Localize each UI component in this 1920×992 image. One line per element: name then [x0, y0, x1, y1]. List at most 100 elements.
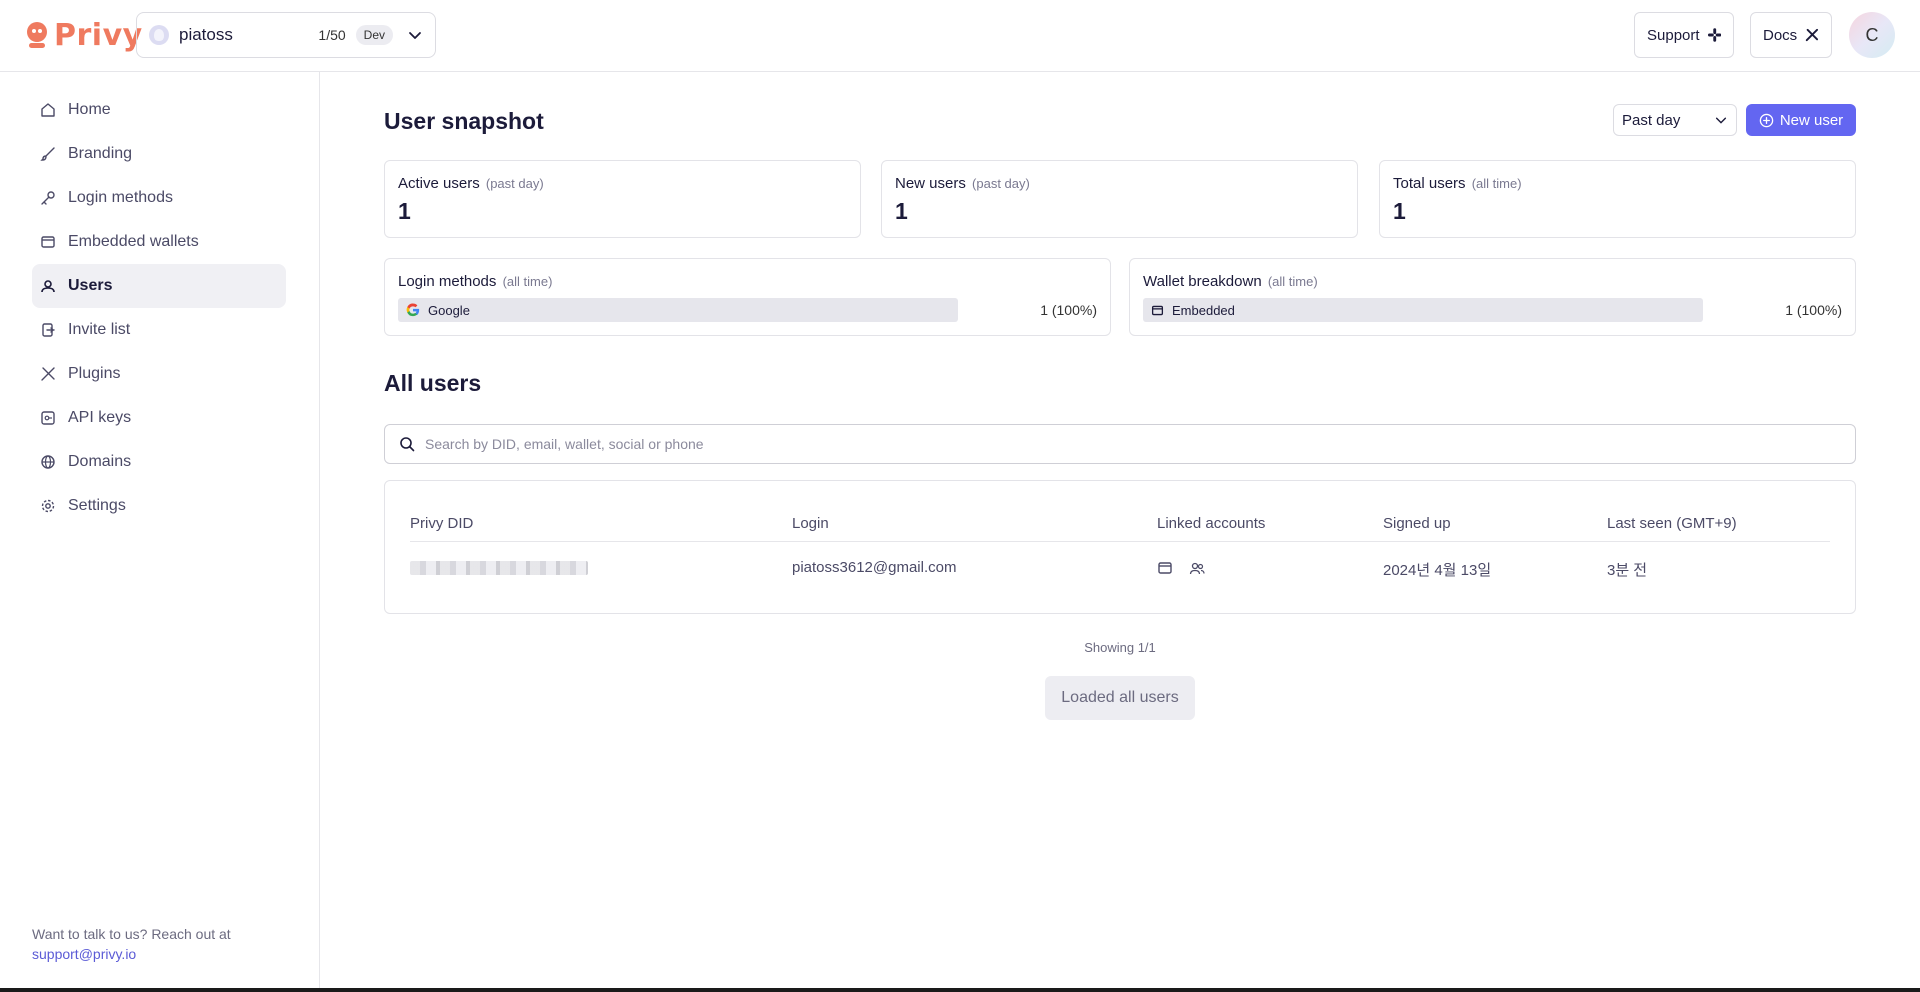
- active-users-card: Active users (past day) 1: [384, 160, 861, 238]
- sidebar-item-branding[interactable]: Branding: [32, 132, 286, 176]
- support-label: Support: [1647, 26, 1700, 44]
- stat-label-text: Active users: [398, 175, 480, 192]
- column-header-did[interactable]: Privy DID: [410, 515, 473, 532]
- stat-label-text: New users: [895, 175, 966, 192]
- support-button[interactable]: Support: [1634, 12, 1734, 58]
- stat-sub: (all time): [502, 274, 553, 289]
- users-icon: [41, 280, 55, 293]
- sidebar-nav: Home Branding Login methods Embedded wal…: [32, 88, 286, 528]
- all-users-title: All users: [384, 370, 482, 396]
- period-value: Past day: [1622, 111, 1681, 129]
- home-icon: [41, 103, 55, 117]
- user-search[interactable]: [384, 424, 1856, 464]
- period-select[interactable]: Past day: [1613, 104, 1737, 136]
- gear-icon: [41, 499, 55, 513]
- key-icon: [41, 191, 55, 205]
- stat-label-text: Login methods: [398, 273, 497, 290]
- google-icon: [406, 303, 420, 317]
- stat-label: Login methods (all time): [398, 273, 1097, 290]
- sidebar-item-home[interactable]: Home: [32, 88, 286, 132]
- globe-icon: [41, 455, 55, 469]
- sidebar-item-settings[interactable]: Settings: [32, 484, 286, 528]
- did-redacted[interactable]: [410, 561, 588, 575]
- api-key-icon: [41, 411, 55, 425]
- chevron-down-icon: [1715, 117, 1727, 124]
- sidebar-item-label: Settings: [68, 497, 126, 514]
- sidebar-item-label: Invite list: [68, 321, 131, 338]
- chevron-down-icon: [409, 32, 421, 39]
- stat-label: New users (past day): [895, 175, 1344, 192]
- search-input[interactable]: [425, 436, 1855, 452]
- column-header-login[interactable]: Login: [792, 515, 829, 532]
- sidebar-item-domains[interactable]: Domains: [32, 440, 286, 484]
- docs-button[interactable]: Docs: [1750, 12, 1832, 58]
- plus-circle-icon: [1759, 113, 1774, 127]
- breakdown-item: Embedded: [1172, 302, 1235, 318]
- privy-logo[interactable]: Privy: [26, 18, 143, 53]
- linked-accounts: [1157, 560, 1205, 576]
- header-divider: [410, 541, 1830, 542]
- total-users-card: Total users (all time) 1: [1379, 160, 1856, 238]
- wallet-breakdown-card: Wallet breakdown (all time) Embedded 1 (…: [1129, 258, 1856, 336]
- sidebar-item-invite-list[interactable]: Invite list: [32, 308, 286, 352]
- wallet-icon: [41, 236, 55, 248]
- login-methods-card: Login methods (all time) Google 1 (100%): [384, 258, 1111, 336]
- sidebar-item-login-methods[interactable]: Login methods: [32, 176, 286, 220]
- app-avatar-icon: [149, 25, 169, 45]
- breakdown-value: 1 (100%): [1785, 302, 1842, 318]
- breakdown-item: Google: [428, 302, 470, 318]
- sidebar: Home Branding Login methods Embedded wal…: [0, 72, 320, 988]
- sidebar-item-api-keys[interactable]: API keys: [32, 396, 286, 440]
- sidebar-item-plugins[interactable]: Plugins: [32, 352, 286, 396]
- stat-value: 1: [398, 198, 411, 224]
- wallet-icon: [1151, 305, 1164, 315]
- support-email-link[interactable]: support@privy.io: [32, 944, 231, 964]
- breakdown-value: 1 (100%): [1040, 302, 1097, 318]
- stat-sub: (past day): [485, 176, 544, 191]
- sidebar-item-label: Domains: [68, 453, 132, 470]
- stat-sub: (all time): [1267, 274, 1318, 289]
- showing-count: Showing 1/1: [1084, 640, 1156, 655]
- invite-icon: [42, 323, 55, 337]
- stat-label: Wallet breakdown (all time): [1143, 273, 1842, 290]
- breakdown-row: Google 1 (100%): [398, 298, 1097, 322]
- stat-sub: (all time): [1471, 176, 1522, 191]
- sidebar-item-label: Login methods: [68, 189, 173, 206]
- app-count: 1/50: [318, 27, 346, 43]
- stat-label: Active users (past day): [398, 175, 847, 192]
- column-header-last-seen[interactable]: Last seen (GMT+9): [1607, 515, 1737, 532]
- loaded-all-users-button[interactable]: Loaded all users: [1045, 676, 1195, 720]
- stat-value: 1: [895, 198, 908, 224]
- env-badge: Dev: [355, 25, 393, 45]
- new-users-card: New users (past day) 1: [881, 160, 1358, 238]
- sidebar-item-users[interactable]: Users: [32, 264, 286, 308]
- users-table: Privy DID Login Linked accounts Signed u…: [384, 480, 1856, 614]
- sidebar-item-label: API keys: [68, 409, 132, 426]
- sidebar-item-label: Plugins: [68, 365, 121, 382]
- slack-icon: [1707, 28, 1721, 42]
- stat-label-text: Wallet breakdown: [1143, 273, 1262, 290]
- sidebar-footer: Want to talk to us? Reach out at support…: [32, 924, 231, 964]
- users-icon: [1189, 562, 1205, 575]
- tools-icon: [41, 367, 55, 381]
- new-user-button[interactable]: New user: [1746, 104, 1856, 136]
- tools-icon: [1805, 28, 1819, 42]
- wallet-icon: [1158, 562, 1172, 574]
- new-user-label: New user: [1779, 111, 1844, 129]
- brush-icon: [40, 147, 55, 161]
- stat-value: 1: [1393, 198, 1406, 224]
- app-switcher[interactable]: piatoss 1/50 Dev: [136, 12, 436, 58]
- breakdown-bar: Embedded: [1143, 298, 1703, 322]
- docs-label: Docs: [1763, 26, 1798, 44]
- user-avatar[interactable]: C: [1849, 12, 1895, 58]
- user-login[interactable]: piatoss3612@gmail.com: [792, 559, 956, 576]
- search-icon: [400, 437, 415, 452]
- sidebar-item-embedded-wallets[interactable]: Embedded wallets: [32, 220, 286, 264]
- top-header: Privy piatoss 1/50 Dev Support Docs C: [0, 0, 1920, 72]
- column-header-linked-accounts[interactable]: Linked accounts: [1157, 515, 1265, 532]
- column-header-signed-up[interactable]: Signed up: [1383, 515, 1451, 532]
- user-last-seen: 3분 전: [1607, 562, 1648, 579]
- sidebar-item-label: Users: [68, 277, 113, 294]
- footer-text: Want to talk to us? Reach out at: [32, 926, 231, 942]
- stat-label: Total users (all time): [1393, 175, 1842, 192]
